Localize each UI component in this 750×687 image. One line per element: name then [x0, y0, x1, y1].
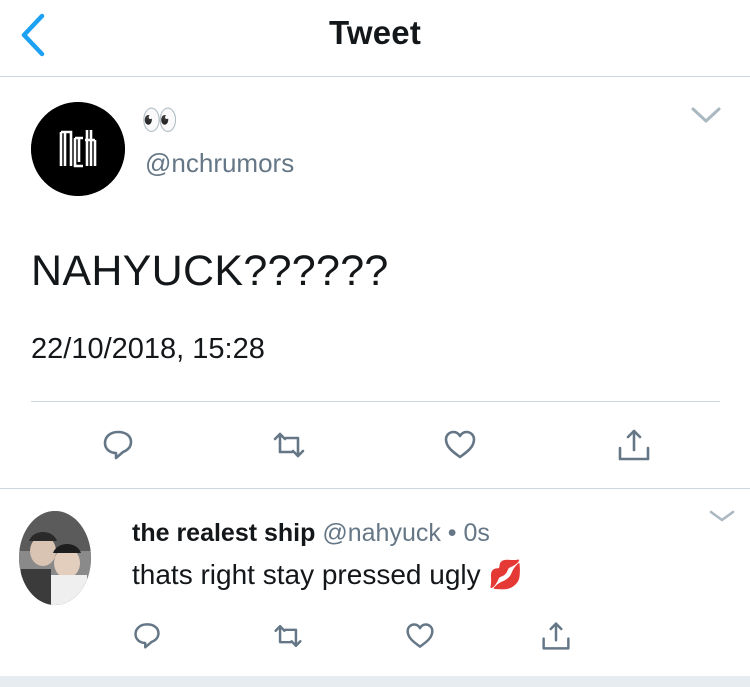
- like-button[interactable]: [405, 621, 435, 651]
- timestamp: 0s: [463, 519, 490, 547]
- avatar[interactable]: [19, 511, 91, 605]
- profile-photo: [19, 511, 91, 605]
- kiss-mark-emoji: 💋: [488, 559, 524, 590]
- reply-text: thats right stay pressed ugly 💋: [132, 558, 523, 591]
- chevron-down-icon: [709, 510, 735, 522]
- nct-logo: [31, 102, 125, 196]
- retweet-icon: [273, 432, 305, 458]
- share-icon: [542, 622, 570, 650]
- reply-icon: [134, 623, 160, 649]
- display-name[interactable]: the realest ship: [132, 519, 315, 547]
- retweet-button[interactable]: [273, 621, 303, 651]
- share-button[interactable]: [617, 428, 651, 462]
- like-button[interactable]: [443, 428, 477, 462]
- reply-button[interactable]: [101, 427, 135, 461]
- tweet-detail-screen: Tweet 👀 @nchrumors NAHYUCK?????? 22/10/2…: [0, 0, 750, 687]
- tweet-timestamp: 22/10/2018, 15:28: [31, 333, 265, 365]
- tweet-text: NAHYUCK??????: [31, 247, 389, 295]
- share-icon: [618, 429, 650, 461]
- user-handle[interactable]: @nchrumors: [145, 148, 294, 179]
- more-options-button[interactable]: [708, 508, 736, 524]
- chevron-down-icon: [691, 107, 721, 123]
- share-button[interactable]: [541, 621, 571, 651]
- divider: [31, 401, 720, 402]
- reply-button[interactable]: [132, 620, 162, 650]
- user-handle[interactable]: @nahyuck: [322, 519, 441, 547]
- retweet-icon: [274, 625, 302, 647]
- heart-icon: [444, 430, 476, 459]
- heart-icon: [406, 623, 434, 648]
- reply-icon: [103, 430, 133, 460]
- page-title: Tweet: [328, 14, 422, 51]
- reply-header: the realest ship @nahyuck • 0s: [132, 519, 490, 548]
- avatar[interactable]: [31, 102, 125, 196]
- reply-text-content: thats right stay pressed ugly: [132, 559, 481, 590]
- more-options-button[interactable]: [690, 104, 722, 126]
- divider: [0, 488, 750, 489]
- display-name[interactable]: 👀: [141, 104, 178, 138]
- retweet-button[interactable]: [272, 428, 306, 462]
- nav-bar: Tweet: [0, 0, 750, 77]
- separator-dot: •: [440, 519, 464, 547]
- bottom-separator: [0, 676, 750, 687]
